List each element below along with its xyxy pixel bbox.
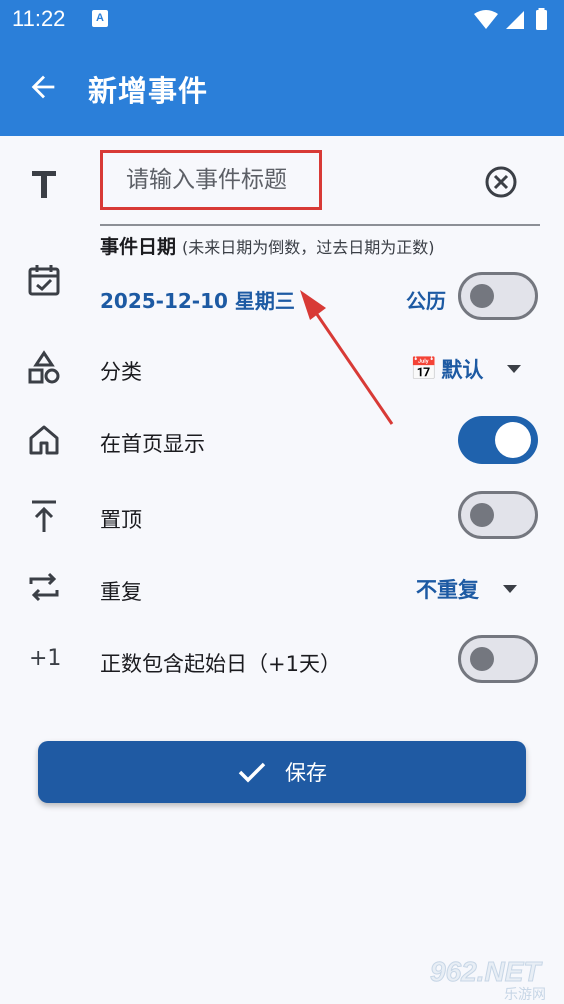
calendar-emoji-icon: 📅: [410, 356, 438, 382]
status-time: 11:22: [12, 6, 66, 31]
calendar-mode-switch[interactable]: [458, 272, 538, 320]
clear-input-icon[interactable]: [484, 165, 518, 199]
plus-one-icon: +1: [29, 646, 62, 671]
battery-icon: [536, 10, 547, 30]
watermark-logo: 962.NET 乐游网: [430, 956, 560, 1004]
date-label: 事件日期: [100, 236, 177, 258]
repeat-label: 重复: [100, 580, 142, 604]
switch-knob: [495, 422, 531, 458]
show-on-home-label: 在首页显示: [100, 432, 205, 456]
app-bar: 新增事件: [0, 40, 564, 136]
shapes-category-icon: [28, 350, 60, 384]
page-title: 新增事件: [88, 74, 209, 108]
annotation-arrow: [300, 290, 394, 425]
switch-knob: [470, 647, 494, 671]
repeat-icon: [29, 572, 59, 602]
pin-top-switch[interactable]: [458, 491, 538, 539]
event-title-input[interactable]: 请输入事件标题: [100, 150, 322, 210]
title-input-underline: [100, 224, 540, 226]
wifi-icon: [474, 10, 498, 29]
pin-top-icon: [32, 500, 56, 532]
home-icon: [29, 425, 59, 455]
status-bar: 11:22 A: [0, 0, 564, 40]
event-date-value[interactable]: 2025-12-10 星期三: [100, 285, 295, 314]
calendar-check-icon: [28, 265, 60, 296]
signal-icon: [506, 11, 524, 29]
save-button-label: 保存: [285, 761, 327, 785]
text-title-icon: [32, 171, 56, 198]
notification-icon: A: [92, 10, 108, 27]
pin-top-label: 置顶: [100, 508, 142, 532]
plus-one-switch[interactable]: [458, 635, 538, 683]
show-on-home-switch[interactable]: [458, 416, 538, 464]
switch-knob: [470, 284, 494, 308]
category-label: 分类: [100, 360, 142, 384]
chevron-down-icon: [507, 365, 522, 373]
category-value: 默认: [441, 358, 484, 382]
category-dropdown[interactable]: 📅 默认: [410, 354, 522, 384]
chevron-down-icon: [503, 585, 517, 593]
save-button[interactable]: 保存: [38, 741, 526, 803]
check-icon: [238, 762, 266, 783]
status-icons: [474, 8, 547, 30]
plus-one-label: 正数包含起始日（+1天）: [100, 652, 341, 676]
watermark-text: 乐游网: [504, 987, 546, 1003]
date-section-header: 事件日期 (未来日期为倒数，过去日期为正数): [100, 232, 435, 259]
lunar-solar-label: 公历: [406, 289, 446, 313]
date-hint: (未来日期为倒数，过去日期为正数): [182, 238, 435, 257]
repeat-dropdown[interactable]: 不重复: [416, 574, 517, 604]
repeat-value: 不重复: [416, 578, 479, 602]
switch-knob: [470, 503, 494, 527]
arrow-left-icon[interactable]: [26, 70, 60, 104]
